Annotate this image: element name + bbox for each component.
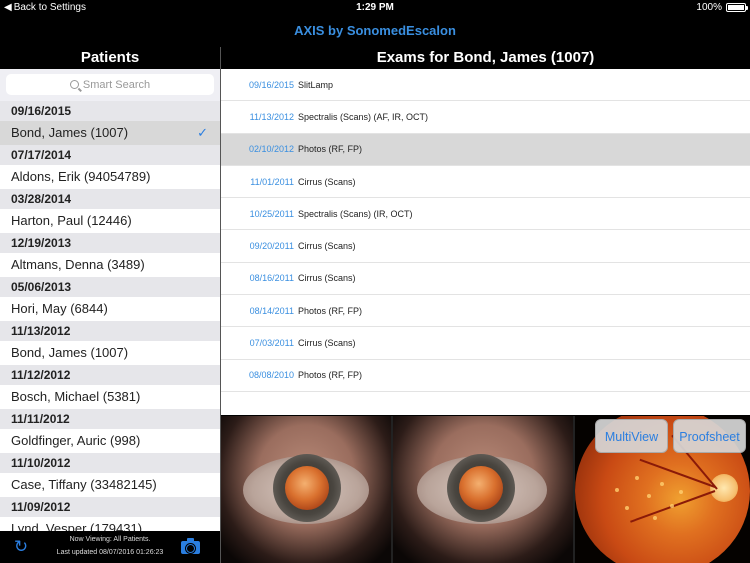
patient-row[interactable]: Lynd, Vesper (179431) [0,517,220,531]
exam-description: Spectralis (Scans) (IR, OCT) [298,208,413,219]
patient-name: Bosch, Michael (5381) [11,389,141,404]
camera-icon[interactable] [181,538,200,554]
retinal-spot [660,482,664,486]
retinal-spot [625,506,629,510]
patient-row[interactable]: Hori, May (6844) [0,297,220,321]
exam-date: 11/13/2012 [249,111,294,122]
eye-pupil [285,466,329,510]
patient-row[interactable]: Bond, James (1007) [0,341,220,365]
exam-row[interactable]: 10/25/2011 Spectralis (Scans) (IR, OCT) [221,198,750,231]
eye-photo-thumbnail[interactable] [393,416,573,563]
patient-name: Hori, May (6844) [11,301,108,316]
patients-list-panel: Smart Search 09/16/2015 Bond, James (1007… [0,69,220,531]
exam-description: Cirrus (Scans) [298,241,356,252]
footer-updated-text: Last updated 08/07/2016 01:26:23 [56,549,164,556]
exam-description: SlitLamp [298,79,334,90]
battery-fill [728,5,744,10]
search-icon [69,80,79,89]
date-section-header: 07/17/2014 [0,145,220,165]
date-section-header: 11/11/2012 [0,409,220,429]
patient-name: Bond, James (1007) [11,125,129,140]
patient-name: Bond, James (1007) [11,345,129,360]
app-title: AXIS by SonomedEscalon [294,23,456,38]
exam-row[interactable]: 09/16/2015 SlitLamp [221,69,750,102]
exams-list-panel: 09/16/2015 SlitLamp 11/13/2012 Spectralis (… [221,69,750,415]
status-right: 100% [696,2,748,13]
search-input[interactable]: Smart Search [6,74,214,95]
patient-row[interactable]: Goldfinger, Auric (998) [0,429,220,453]
patients-header: Patients [80,49,140,66]
footer-toolbar: ↻ Now Viewing: All Patients. Last update… [0,531,220,563]
date-section-header: 03/28/2014 [0,189,220,209]
patient-name: Aldons, Erik (94054789) [11,169,151,184]
date-section-header: 11/12/2012 [0,365,220,385]
exam-row[interactable]: 11/01/2011 Cirrus (Scans) [221,166,750,199]
eye-pupil [459,466,503,510]
exam-row[interactable]: 09/20/2011 Cirrus (Scans) [221,230,750,263]
date-section-header: 11/09/2012 [0,497,220,517]
exam-date: 09/20/2011 [249,241,294,252]
exam-list: 09/16/2015 SlitLamp 11/13/2012 Spectralis (… [221,69,750,392]
retinal-spot [670,504,674,508]
exam-row[interactable]: 08/08/2010 Photos (RF, FP) [221,360,750,392]
exam-date: 08/08/2010 [248,370,294,381]
battery-percent: 100% [696,2,722,13]
retinal-spot [635,476,639,480]
patient-list: 09/16/2015 Bond, James (1007) ✓ 07/17/2014 A… [0,101,220,531]
exam-description: Photos (RF, FP) [298,144,363,155]
exam-row[interactable]: 08/16/2011 Cirrus (Scans) [221,263,750,296]
retinal-spot [679,490,683,494]
search-bar: Smart Search [0,69,220,101]
patient-row[interactable]: Case, Tiffany (33482145) [0,473,220,497]
date-section-header: 12/19/2013 [0,233,220,253]
patient-row[interactable]: Altmans, Denna (3489) [0,253,220,277]
exam-date: 09/16/2015 [248,79,294,90]
exam-description: Cirrus (Scans) [298,338,356,349]
exam-row[interactable]: 11/13/2012 Spectralis (Scans) (AF, IR, OC… [221,101,750,134]
date-section-header: 11/10/2012 [0,453,220,473]
patient-name: Lynd, Vesper (179431) [11,521,143,531]
patient-name: Altmans, Denna (3489) [11,257,145,272]
patient-row[interactable]: Harton, Paul (12446) [0,209,220,233]
exams-header: Exams for Bond, James (1007) [376,49,595,66]
exam-date: 02/10/2012 [248,144,294,155]
status-time: 1:29 PM [356,2,394,13]
exam-row[interactable]: 07/03/2011 Cirrus (Scans) [221,327,750,360]
exam-date: 07/03/2011 [249,338,294,349]
date-section-header: 09/16/2015 [0,101,220,121]
multiview-button[interactable]: MultiView [595,419,668,453]
battery-icon [726,3,748,12]
patient-name: Case, Tiffany (33482145) [11,477,157,492]
exam-date: 08/16/2011 [249,273,294,284]
footer-viewing-text: Now Viewing: All Patients. [69,536,151,543]
patient-row[interactable]: Aldons, Erik (94054789) [0,165,220,189]
exam-description: Cirrus (Scans) [298,176,356,187]
patient-row[interactable]: Bond, James (1007) ✓ [0,121,220,145]
date-section-header: 05/06/2013 [0,277,220,297]
patient-name: Harton, Paul (12446) [11,213,132,228]
proofsheet-button[interactable]: Proofsheet [673,419,746,453]
exam-description: Spectralis (Scans) (AF, IR, OCT) [298,111,429,122]
eye-photo-thumbnail[interactable] [221,416,391,563]
exam-description: Photos (RF, FP) [298,370,363,381]
retinal-spot [647,494,651,498]
exam-description: Cirrus (Scans) [298,273,356,284]
retinal-spot [615,488,619,492]
checkmark-icon: ✓ [197,125,208,140]
image-strip: MultiView Proofsheet [221,416,750,563]
patient-name: Goldfinger, Auric (998) [11,433,141,448]
exam-description: Photos (RF, FP) [298,305,363,316]
patient-row[interactable]: Bosch, Michael (5381) [0,385,220,409]
search-placeholder: Smart Search [82,78,151,91]
refresh-icon[interactable]: ↻ [12,538,30,556]
date-section-header: 11/13/2012 [0,321,220,341]
exam-date: 08/14/2011 [249,305,294,316]
exam-date: 10/25/2011 [249,208,294,219]
status-bar: ◀ Back to Settings 1:29 PM 100% [0,0,750,16]
exam-date: 11/01/2011 [250,176,294,187]
exam-row[interactable]: 08/14/2011 Photos (RF, FP) [221,295,750,328]
retinal-spot [653,516,657,520]
exam-row[interactable]: 02/10/2012 Photos (RF, FP) [221,133,750,166]
